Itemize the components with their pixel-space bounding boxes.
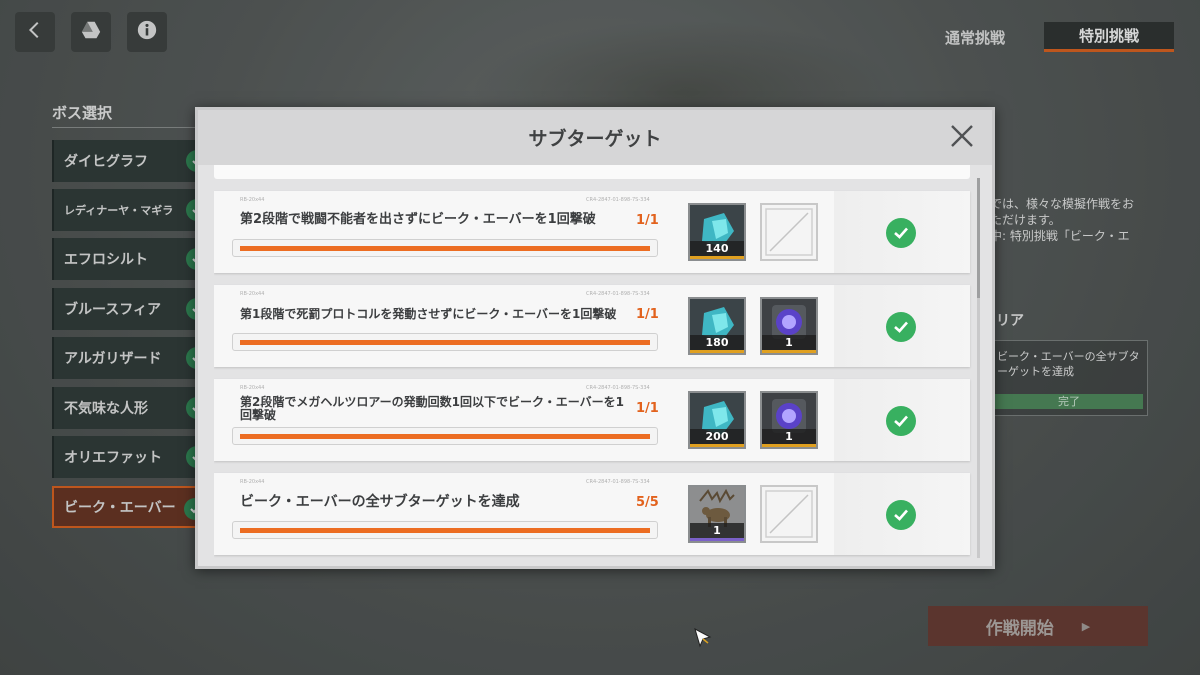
modal-header: サブターゲット — [198, 110, 992, 165]
task-code: RB-20x44 — [240, 291, 265, 297]
task-row: RB-20x44 CR4-2847-01-898-7S-334 ビーク・エーバー… — [214, 473, 970, 555]
task-code: CR4-2847-01-898-7S-334 — [586, 291, 650, 297]
task-code: CR4-2847-01-898-7S-334 — [586, 479, 650, 485]
task-label: ビーク・エーバーの全サブターゲットを達成 — [240, 494, 520, 510]
claim-area[interactable] — [834, 379, 970, 461]
reward-item[interactable]: 1 — [760, 297, 818, 355]
check-icon — [886, 500, 916, 530]
task-progress: 1/1 — [636, 307, 659, 322]
reward-item[interactable]: 1 — [760, 391, 818, 449]
task-label: 第2段階でメガヘルツロアーの発動回数1回以下でビーク・エーバーを1 回撃破 — [240, 396, 630, 422]
reward-quantity: 200 — [690, 429, 744, 447]
task-code: CR4-2847-01-898-7S-334 — [586, 197, 650, 203]
check-icon — [886, 406, 916, 436]
progress-bar — [232, 239, 658, 257]
reward-item[interactable]: 200 — [688, 391, 746, 449]
list-item-partial — [214, 165, 970, 179]
task-label-line: 回撃破 — [240, 408, 277, 422]
task-progress: 1/1 — [636, 401, 659, 416]
reward-item[interactable]: 180 — [688, 297, 746, 355]
task-progress: 1/1 — [636, 213, 659, 228]
task-row: RB-20x44 CR4-2847-01-898-7S-334 第2段階で戦闘不… — [214, 191, 970, 273]
claim-area[interactable] — [834, 285, 970, 367]
close-icon — [948, 125, 976, 154]
check-icon — [886, 312, 916, 342]
cursor-icon — [694, 627, 712, 648]
claim-area[interactable] — [834, 191, 970, 273]
task-label-line: 第2段階でメガヘルツロアーの発動回数1回以下でビーク・エーバーを1 — [240, 395, 624, 409]
task-code: CR4-2847-01-898-7S-334 — [586, 385, 650, 391]
modal-title: サブターゲット — [528, 128, 662, 150]
progress-bar-fill — [240, 528, 650, 533]
subtarget-modal: サブターゲット RB-20x44 CR4-2847-01-898-7S-334 … — [195, 107, 995, 569]
progress-bar-fill — [240, 340, 650, 345]
empty-slot-icon — [762, 490, 816, 545]
reward-item[interactable]: 140 — [688, 203, 746, 261]
reward-quantity: 1 — [762, 429, 816, 447]
task-list[interactable]: RB-20x44 CR4-2847-01-898-7S-334 第2段階で戦闘不… — [214, 165, 974, 558]
empty-slot-icon — [762, 208, 816, 263]
reward-item[interactable]: 1 — [688, 485, 746, 543]
task-code: RB-20x44 — [240, 197, 265, 203]
close-button[interactable] — [948, 122, 976, 150]
task-row: RB-20x44 CR4-2847-01-898-7S-334 第2段階でメガヘ… — [214, 379, 970, 461]
progress-bar-fill — [240, 434, 650, 439]
empty-reward-slot — [760, 203, 818, 261]
claim-area[interactable] — [834, 473, 970, 555]
progress-bar — [232, 333, 658, 351]
reward-quantity: 180 — [690, 335, 744, 353]
reward-quantity: 1 — [690, 523, 744, 541]
progress-bar-fill — [240, 246, 650, 251]
task-progress: 5/5 — [636, 495, 659, 510]
task-label: 第2段階で戦闘不能者を出さずにビーク・エーバーを1回撃破 — [240, 212, 596, 227]
task-row: RB-20x44 CR4-2847-01-898-7S-334 第1段階で死罰プ… — [214, 285, 970, 367]
task-code: RB-20x44 — [240, 479, 265, 485]
scrollbar[interactable] — [977, 178, 980, 558]
progress-bar — [232, 521, 658, 539]
task-code: RB-20x44 — [240, 385, 265, 391]
check-icon — [886, 218, 916, 248]
scrollbar-thumb[interactable] — [977, 178, 980, 298]
reward-quantity: 1 — [762, 335, 816, 353]
empty-reward-slot — [760, 485, 818, 543]
progress-bar — [232, 427, 658, 445]
reward-quantity: 140 — [690, 241, 744, 259]
task-label: 第1段階で死罰プロトコルを発動させずにビーク・エーバーを1回撃破 — [240, 307, 617, 321]
